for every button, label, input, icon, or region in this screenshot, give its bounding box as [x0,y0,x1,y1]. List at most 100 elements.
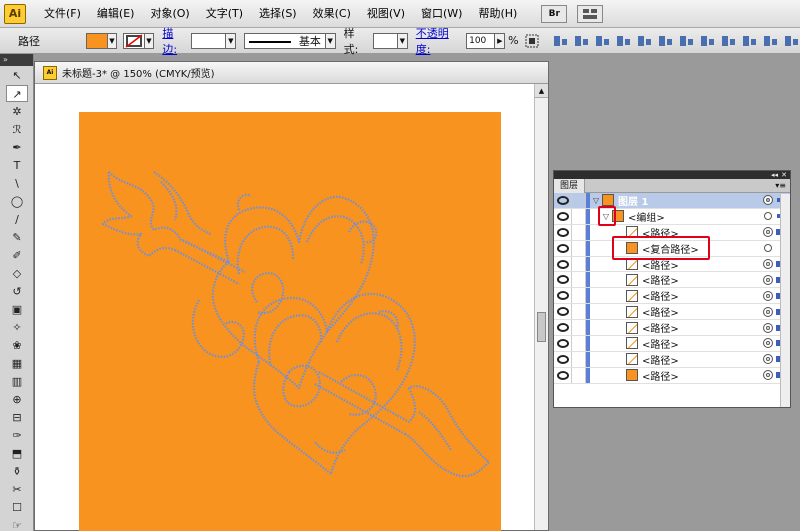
menu-item[interactable]: 编辑(E) [89,4,143,24]
align-to-icon[interactable] [524,33,540,49]
layer-row[interactable]: ▽ <编组> [554,208,790,225]
align-left-icon[interactable] [552,33,569,49]
lock-toggle[interactable] [572,272,586,288]
tool-button[interactable]: ☐ [6,499,28,516]
menu-item[interactable]: 选择(S) [251,4,305,24]
stroke-profile-field[interactable]: 基本 [243,32,326,49]
visibility-eye-icon[interactable] [554,272,572,288]
graphic-style-dropdown[interactable]: ▼ [397,32,408,49]
align-center-icon[interactable] [573,33,590,49]
stroke-dropdown[interactable]: ▼ [144,32,155,49]
tool-button[interactable]: ✂ [6,481,28,498]
layer-row[interactable]: <路径> [554,272,790,289]
target-circle-icon[interactable] [763,259,773,269]
tab-layers[interactable]: 图层 [554,178,586,193]
target-circle-icon[interactable] [763,290,773,301]
transform-icon[interactable] [783,33,800,49]
tool-button[interactable]: ◇ [6,265,28,282]
distribute-middle-icon[interactable] [699,33,716,49]
visibility-eye-icon[interactable] [554,256,572,272]
target-circle-icon[interactable] [763,322,773,333]
target-circle-icon[interactable] [763,195,773,206]
lock-toggle[interactable] [572,288,586,304]
menu-item[interactable]: 窗口(W) [413,4,470,24]
lock-toggle[interactable] [572,193,586,208]
target-circle-icon[interactable] [763,354,773,365]
tool-button[interactable]: ⚱ [6,463,28,480]
align-right-icon[interactable] [594,33,611,49]
tool-button[interactable]: ✒ [6,139,28,156]
target-circle-icon[interactable] [763,227,773,238]
tool-button[interactable]: ✧ [6,319,28,336]
close-icon[interactable]: ✕ [781,171,787,179]
menu-item[interactable]: 视图(V) [359,4,413,24]
lock-toggle[interactable] [572,304,586,320]
target-circle-icon[interactable] [764,244,772,253]
artboard[interactable] [79,112,501,531]
menu-item[interactable]: 对象(O) [142,4,197,24]
layers-vertical-scrollbar[interactable] [780,194,790,407]
fill-dropdown[interactable]: ▼ [107,32,118,49]
tool-button[interactable]: ⊕ [6,391,28,408]
align-middle-icon[interactable] [636,33,653,49]
opacity-input[interactable]: 100 [466,32,496,49]
layer-row[interactable]: <路径> [554,304,790,321]
heart-arrow-artwork[interactable] [79,112,501,531]
layer-row[interactable]: <路径> [554,336,790,352]
visibility-eye-icon[interactable] [554,193,572,208]
tool-button[interactable]: ☞ [6,517,28,531]
tool-button[interactable]: ✑ [6,427,28,444]
tool-button[interactable]: ↺ [6,283,28,300]
document-vertical-scrollbar[interactable]: ▲ [534,84,548,530]
document-tab[interactable]: Ai 未标题-3* @ 150% (CMYK/预览) [35,62,548,84]
layer-row[interactable]: ▽ 图层 1 [554,193,790,209]
tool-button[interactable]: ✎ [6,229,28,246]
stroke-weight-dropdown[interactable]: ▼ [226,32,237,49]
layer-row[interactable]: <路径> [554,320,790,337]
tool-button[interactable]: ✲ [6,103,28,120]
tool-button[interactable]: ▥ [6,373,28,390]
visibility-eye-icon[interactable] [554,320,572,336]
visibility-eye-icon[interactable] [554,224,572,240]
tool-button[interactable]: ❀ [6,337,28,354]
lock-toggle[interactable] [572,256,586,272]
target-circle-icon[interactable] [763,338,773,349]
tool-button[interactable]: ▦ [6,355,28,372]
tool-button[interactable]: ⬒ [6,445,28,462]
tool-button[interactable]: ⊟ [6,409,28,426]
stroke-label[interactable]: 描边: [162,25,187,57]
tool-button[interactable]: ◯ [6,193,28,210]
menu-item[interactable]: 文件(F) [36,4,89,24]
target-circle-icon[interactable] [763,306,773,317]
align-top-icon[interactable] [615,33,632,49]
target-circle-icon[interactable] [763,274,773,285]
scroll-up-button[interactable]: ▲ [535,84,548,98]
stroke-swatch[interactable] [123,32,145,49]
lock-toggle[interactable] [572,224,586,240]
collapse-icon[interactable]: ◂◂ [771,171,778,179]
visibility-eye-icon[interactable] [554,208,572,224]
visibility-eye-icon[interactable] [554,240,572,256]
lock-toggle[interactable] [572,336,586,351]
tool-button[interactable]: ✐ [6,247,28,264]
panel-menu-icon[interactable]: ▾≡ [775,179,786,193]
menu-item[interactable]: 帮助(H) [470,4,525,24]
lock-toggle[interactable] [572,367,586,383]
target-circle-icon[interactable] [763,370,773,381]
tool-button[interactable]: ↗ [6,85,28,102]
bridge-button[interactable]: Br [541,4,568,23]
layer-row[interactable]: <路径> [554,351,790,368]
menu-item[interactable]: 文字(T) [198,4,251,24]
tool-button[interactable]: T [6,157,28,174]
visibility-eye-icon[interactable] [554,288,572,304]
tool-button[interactable]: ▣ [6,301,28,318]
graphic-style-swatch[interactable] [372,32,398,49]
distribute-top-icon[interactable] [678,33,695,49]
lock-toggle[interactable] [572,208,586,224]
fill-swatch[interactable] [86,32,108,49]
opacity-label[interactable]: 不透明度: [416,25,462,57]
tool-button[interactable]: ↖ [6,67,28,84]
isolate-icon[interactable] [762,33,779,49]
lock-toggle[interactable] [572,351,586,367]
visibility-eye-icon[interactable] [554,304,572,320]
